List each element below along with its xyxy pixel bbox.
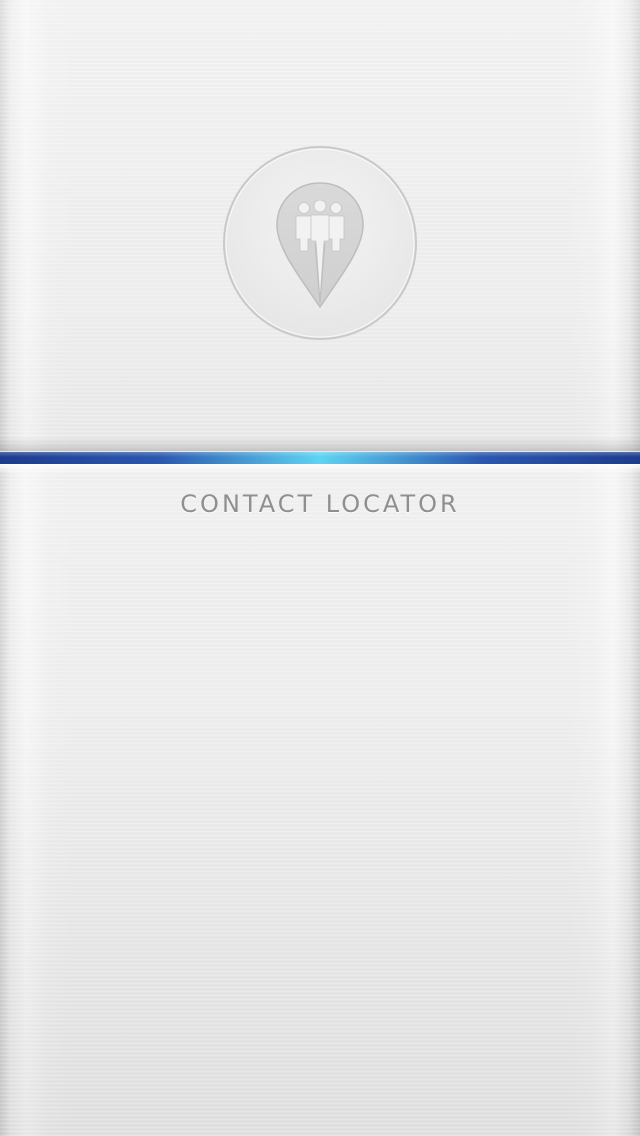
app-logo — [222, 145, 418, 341]
splash-screen: CONTACT LOCATOR — [0, 0, 640, 1136]
app-title: CONTACT LOCATOR — [180, 490, 460, 518]
top-panel-edge — [0, 436, 640, 452]
bottom-panel-edge — [0, 464, 640, 474]
contact-pin-icon — [223, 146, 417, 340]
accent-divider-bar — [0, 452, 640, 464]
